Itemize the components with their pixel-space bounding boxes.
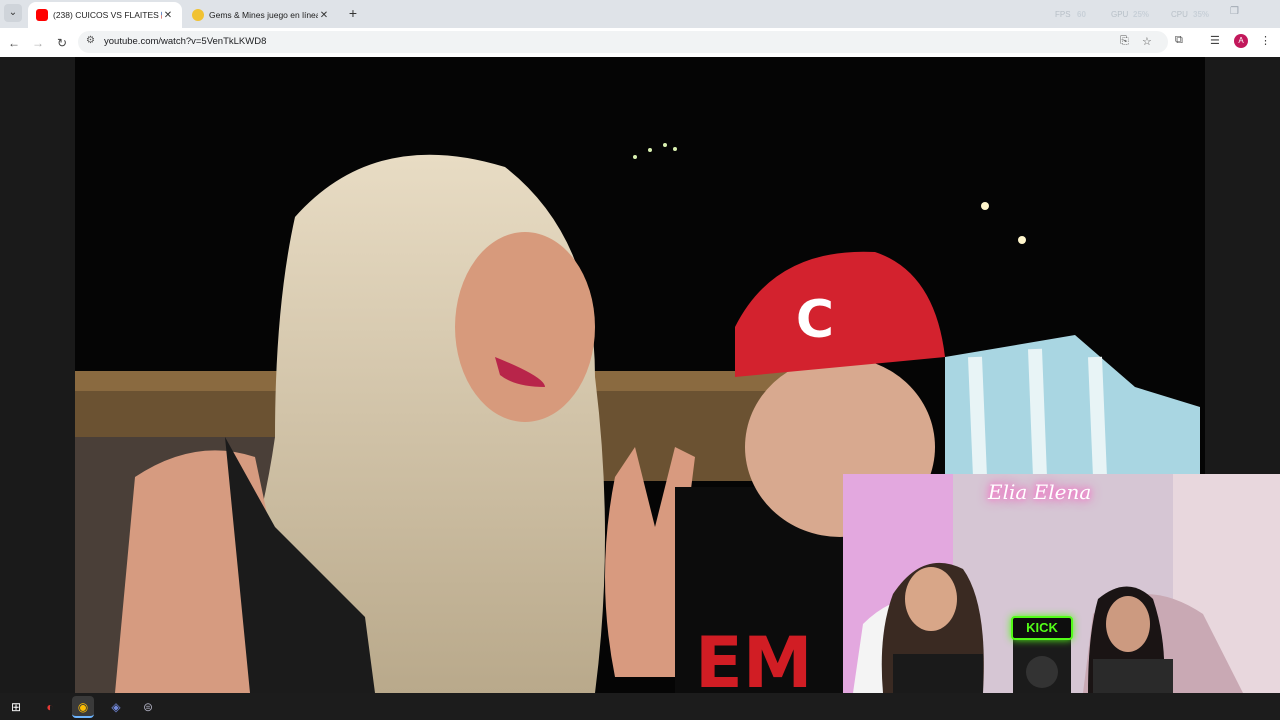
webcam-frame xyxy=(843,474,1280,693)
cpu-value: 35% xyxy=(1193,10,1210,19)
close-tab-icon[interactable]: ✕ xyxy=(162,10,174,21)
chrome-icon[interactable]: ◉ xyxy=(72,696,94,718)
taskbar: ⊞ ◐ ◉ ◈ ⊜ xyxy=(0,693,1280,720)
youtube-icon xyxy=(36,9,48,21)
reading-list-icon[interactable]: ☰ xyxy=(1210,34,1220,47)
capture-icon[interactable]: ◐ xyxy=(39,696,61,718)
tab-strip: ⌄ (238) CUICOS VS FLAITES 🇨🇱 📺 ✕ Gems & … xyxy=(0,0,1280,28)
tab-title: (238) CUICOS VS FLAITES 🇨🇱 📺 xyxy=(53,9,162,20)
profile-avatar[interactable]: A xyxy=(1234,34,1248,48)
tab-title: Gems & Mines juego en línea | xyxy=(209,10,318,20)
fps-value: 60 xyxy=(1077,10,1086,19)
page-content: C EM Elia Elena KICK xyxy=(0,57,1280,693)
address-bar[interactable]: ⚙ youtube.com/watch?v=5VenTkLKWD8 ⎘ ☆ xyxy=(78,31,1168,53)
cap-logo: C xyxy=(796,290,834,350)
forward-icon[interactable]: → xyxy=(29,34,47,52)
tab-search-button[interactable]: ⌄ xyxy=(4,4,22,22)
back-icon[interactable]: ← xyxy=(5,34,23,52)
new-tab-button[interactable]: + xyxy=(344,4,362,22)
toolbar: ← → ↻ ⚙ youtube.com/watch?v=5VenTkLKWD8 … xyxy=(0,28,1280,57)
cpu-label: CPU xyxy=(1171,10,1188,19)
discord-icon[interactable]: ◈ xyxy=(105,696,127,718)
site-info-icon[interactable]: ⚙ xyxy=(86,35,95,46)
reload-icon[interactable]: ↻ xyxy=(53,34,71,52)
install-app-icon[interactable]: ⎘ xyxy=(1120,35,1129,48)
start-icon[interactable]: ⊞ xyxy=(5,696,27,718)
close-tab-icon[interactable]: ✕ xyxy=(318,10,330,21)
kick-logo: KICK xyxy=(1011,616,1073,640)
url-text[interactable]: youtube.com/watch?v=5VenTkLKWD8 xyxy=(104,36,266,47)
extensions-icon[interactable]: ⧉ xyxy=(1175,34,1183,47)
tab-gems-mines[interactable]: Gems & Mines juego en línea | ✕ xyxy=(184,2,338,28)
tab-youtube[interactable]: (238) CUICOS VS FLAITES 🇨🇱 📺 ✕ xyxy=(28,2,182,28)
app-icon[interactable]: ⊜ xyxy=(137,696,159,718)
menu-kebab-icon[interactable]: ⋮ xyxy=(1260,34,1271,47)
fps-label: FPS xyxy=(1055,10,1071,19)
bookmark-star-icon[interactable]: ☆ xyxy=(1142,35,1152,48)
neon-sign: Elia Elena xyxy=(988,480,1092,504)
gem-icon xyxy=(192,9,204,21)
gpu-label: GPU xyxy=(1111,10,1129,19)
webcam-overlay: Elia Elena KICK xyxy=(843,474,1280,693)
restore-icon[interactable]: ❐ xyxy=(1230,6,1239,17)
shirt-print: EM xyxy=(695,622,812,693)
gpu-value: 25% xyxy=(1133,10,1150,19)
